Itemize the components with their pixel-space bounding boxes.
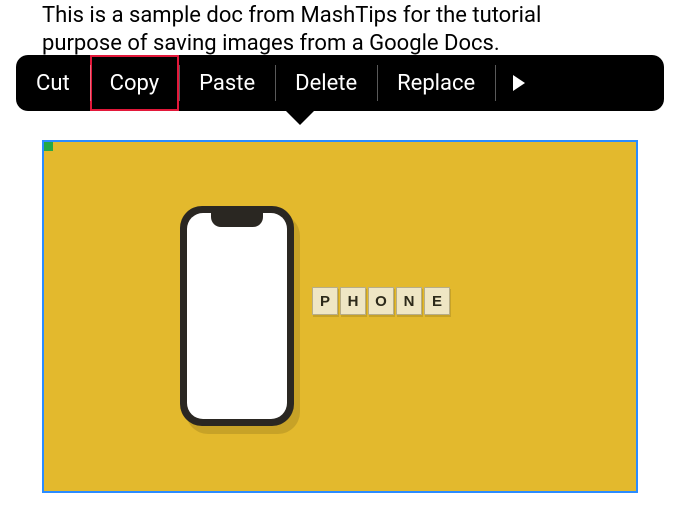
- tile-letter: P: [312, 287, 338, 315]
- menu-cut-label: Cut: [36, 71, 70, 96]
- menu-cut[interactable]: Cut: [16, 55, 90, 111]
- phone-notch: [211, 213, 263, 227]
- menu-delete-label: Delete: [295, 71, 357, 96]
- doc-text-line-1: This is a sample doc from MashTips for t…: [42, 3, 541, 28]
- selected-image[interactable]: P H O N E: [42, 140, 638, 493]
- tile-letter: O: [368, 287, 394, 315]
- menu-replace[interactable]: Replace: [377, 55, 495, 111]
- phone-screen: [187, 213, 287, 419]
- rotation-handle[interactable]: [43, 141, 53, 151]
- tile-letter: H: [340, 287, 366, 315]
- tile-letter: N: [396, 287, 422, 315]
- phone-illustration: [180, 206, 294, 426]
- menu-replace-label: Replace: [397, 71, 475, 96]
- menu-delete[interactable]: Delete: [275, 55, 377, 111]
- doc-text-line-2: purpose of saving images from a Google D…: [42, 31, 500, 56]
- context-menu-pointer-icon: [286, 111, 314, 125]
- menu-copy-label: Copy: [110, 71, 160, 96]
- menu-paste-label: Paste: [199, 71, 255, 96]
- tile-letter: E: [424, 287, 450, 315]
- word-tiles: P H O N E: [312, 287, 452, 315]
- menu-more[interactable]: [495, 55, 543, 111]
- context-menu: Cut Copy Paste Delete Replace: [16, 55, 664, 111]
- menu-copy[interactable]: Copy: [90, 55, 180, 111]
- menu-paste[interactable]: Paste: [179, 55, 275, 111]
- document-body-text: This is a sample doc from MashTips for t…: [0, 0, 680, 58]
- arrow-right-icon: [513, 75, 525, 91]
